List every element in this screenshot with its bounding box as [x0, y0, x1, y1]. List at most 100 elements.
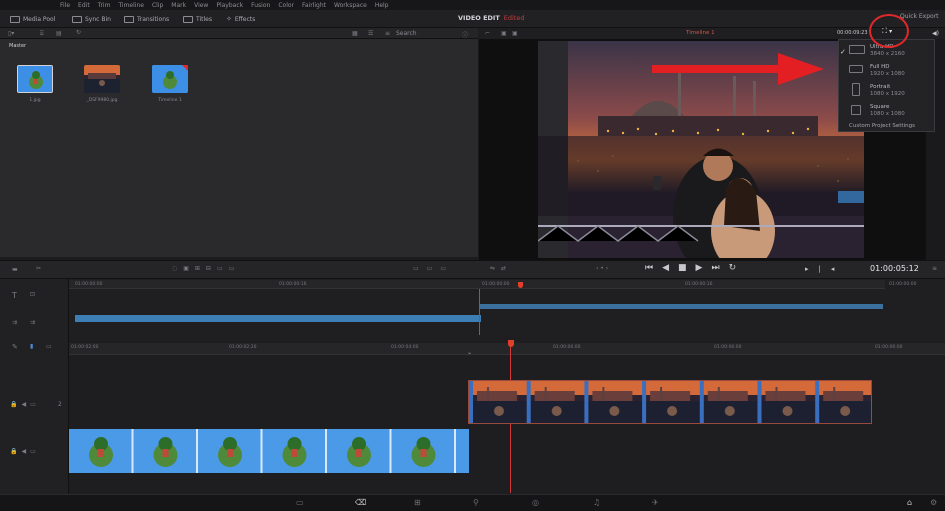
media-item-label: Timeline 1 [158, 98, 182, 103]
mute-icon[interactable]: ⇉ [30, 319, 35, 326]
upper-clip-bar[interactable] [479, 304, 883, 309]
go-to-start-icon[interactable]: ⏮ [645, 263, 662, 273]
fairlight-page-icon[interactable]: ♫ [593, 498, 600, 507]
davinci-resolve-cut-page: File Edit Trim Timeline Clip Mark View P… [0, 0, 945, 511]
resolution-option-square[interactable]: Square 1080 x 1080 [849, 102, 934, 122]
chevron-down-icon: ▾ [889, 28, 893, 35]
track-1-controls[interactable]: 🔒◀▭ [10, 448, 40, 455]
video-clip-track-2[interactable] [468, 380, 872, 424]
import-icon[interactable]: ⌸ [40, 30, 44, 38]
menu-mark[interactable]: Mark [171, 2, 186, 9]
settings-gear-icon[interactable]: ⚙ [930, 498, 937, 507]
upper-clip-bar[interactable] [75, 315, 481, 322]
fusion-page-icon[interactable]: ⚲ [473, 498, 479, 507]
meter-toggle-icon[interactable]: ≡ [932, 265, 937, 272]
menu-trim[interactable]: Trim [98, 2, 111, 9]
menu-fusion[interactable]: Fusion [251, 2, 270, 9]
blade-tool-icon[interactable]: ✎ [12, 343, 18, 351]
color-page-icon[interactable]: ◎ [532, 498, 539, 507]
ruler-label: 01:00:00:00 [482, 282, 510, 287]
timeline-name: Timeline 1 [686, 30, 715, 36]
transitions-label: Transitions [137, 15, 170, 23]
quick-export-button[interactable]: Quick Export [900, 13, 939, 20]
media-page-icon[interactable]: ▭ [296, 498, 304, 507]
scissors-icon[interactable]: ✂ [36, 265, 41, 272]
trim-tools-icons[interactable]: ⇋⇄ [490, 265, 512, 272]
portrait-frame-icon [852, 83, 860, 96]
cut-page-icon[interactable]: ⌫ [355, 498, 366, 507]
track-2-controls[interactable]: 🔒◀▭ [10, 401, 40, 408]
link-icon[interactable]: ⇉ [12, 319, 17, 326]
resolution-option-full-hd[interactable]: Full HD 1920 x 1080 [849, 62, 934, 82]
effects-button[interactable]: ✧ Effects [226, 13, 255, 25]
marker-icon[interactable]: ▮ [30, 343, 33, 350]
transport-controls: ⏮◀■▶⏭↻ [645, 263, 745, 273]
source-icon[interactable]: ▣ [501, 30, 507, 37]
edit-tools-icons[interactable]: ◌▣⊞⊟▭▭ [172, 265, 240, 272]
stop-icon[interactable]: ■ [678, 263, 696, 273]
menu-file[interactable]: File [60, 2, 70, 9]
upper-track-header: T ⊡ ⇉ ⇉ [0, 279, 69, 337]
menu-help[interactable]: Help [375, 2, 389, 9]
filter-icon[interactable]: ⓘ [462, 30, 468, 39]
menu-edit[interactable]: Edit [78, 2, 90, 9]
bin-name[interactable]: Master [9, 43, 26, 49]
titles-button[interactable]: Titles [183, 13, 212, 25]
sync-icon[interactable]: ↻ [76, 29, 81, 36]
viewer-mode-icon[interactable]: ⌐ [485, 30, 490, 37]
menu-workspace[interactable]: Workspace [334, 2, 367, 9]
flag-icon[interactable]: ▭ [46, 343, 52, 350]
edit-page-icon[interactable]: ⊞ [414, 498, 421, 507]
play-icon[interactable]: ▶ [696, 263, 712, 273]
ruler-label: 01:00:02:20 [229, 345, 257, 350]
panel-toggle-icon[interactable]: ▯▾ [8, 30, 14, 37]
deliver-page-icon[interactable]: ✈ [652, 498, 659, 507]
text-tool-icon[interactable]: T [12, 291, 17, 300]
go-to-end-icon[interactable]: ⏭ [711, 263, 728, 273]
menu-clip[interactable]: Clip [152, 2, 163, 9]
list-view-icon[interactable]: ☰ [368, 30, 373, 37]
media-thumbnail-2[interactable] [84, 65, 120, 93]
layout-icon[interactable]: ▬ [12, 266, 18, 273]
video-clip-track-1[interactable] [69, 429, 469, 473]
page-title: VIDEO EDIT Edited [458, 14, 525, 22]
media-item-label: 1.jpg [29, 98, 41, 103]
resolution-option-portrait[interactable]: Portrait 1080 x 1920 [849, 82, 934, 102]
jog-control-icon[interactable]: ‹ • › [596, 265, 608, 272]
chevron-down-icon[interactable]: ⌄ [467, 349, 472, 356]
media-thumbnail-1[interactable] [17, 65, 53, 93]
ruler-label: 01:00:04:00 [391, 345, 419, 350]
resolution-dropdown: ✓ Ultra HD 3840 x 2160 Full HD 1920 x 10… [838, 39, 935, 132]
effects-icon: ✧ [226, 15, 232, 23]
custom-project-settings[interactable]: Custom Project Settings [849, 123, 915, 129]
bin-list-icon[interactable]: ▤ [56, 30, 62, 37]
timeline-resolution-button[interactable]: ⛶ ▾ [882, 27, 892, 36]
upper-playhead[interactable] [479, 289, 480, 335]
lower-ruler: 01:00:02:00 01:00:02:20 01:00:04:00 01:0… [69, 343, 945, 355]
snap-icon[interactable]: ⊡ [30, 291, 35, 298]
home-icon[interactable]: ⌂ [907, 498, 912, 507]
upper-playhead-marker[interactable] [518, 282, 523, 288]
sync-bin-button[interactable]: Sync Bin [72, 13, 111, 25]
playhead-marker[interactable] [508, 340, 514, 347]
menu-view[interactable]: View [194, 2, 208, 9]
ruler-label: 01:00:02:00 [71, 345, 99, 350]
sort-icon[interactable]: ≡ [385, 30, 390, 37]
timeline-source-icon[interactable]: ▣ [512, 30, 518, 37]
media-pool-button[interactable]: Media Pool [10, 13, 55, 25]
media-pool-icon [10, 15, 20, 23]
menu-fairlight[interactable]: Fairlight [302, 2, 326, 9]
play-reverse-icon[interactable]: ◀ [662, 263, 678, 273]
in-out-icons[interactable]: ▸|◂ [805, 265, 844, 273]
transitions-button[interactable]: Transitions [124, 13, 169, 25]
view-tools-icons[interactable]: ▭▭▭ [413, 265, 454, 272]
speaker-icon[interactable]: ◀) [932, 30, 939, 37]
menu-timeline[interactable]: Timeline [118, 2, 144, 9]
menu-playback[interactable]: Playback [216, 2, 243, 9]
media-thumbnail-3[interactable] [152, 65, 188, 93]
menu-color[interactable]: Color [278, 2, 294, 9]
loop-icon[interactable]: ↻ [729, 263, 746, 273]
search-field[interactable]: Search [396, 30, 417, 37]
thumbnail-view-icon[interactable]: ▦ [352, 30, 358, 37]
city-night-image [84, 65, 120, 93]
